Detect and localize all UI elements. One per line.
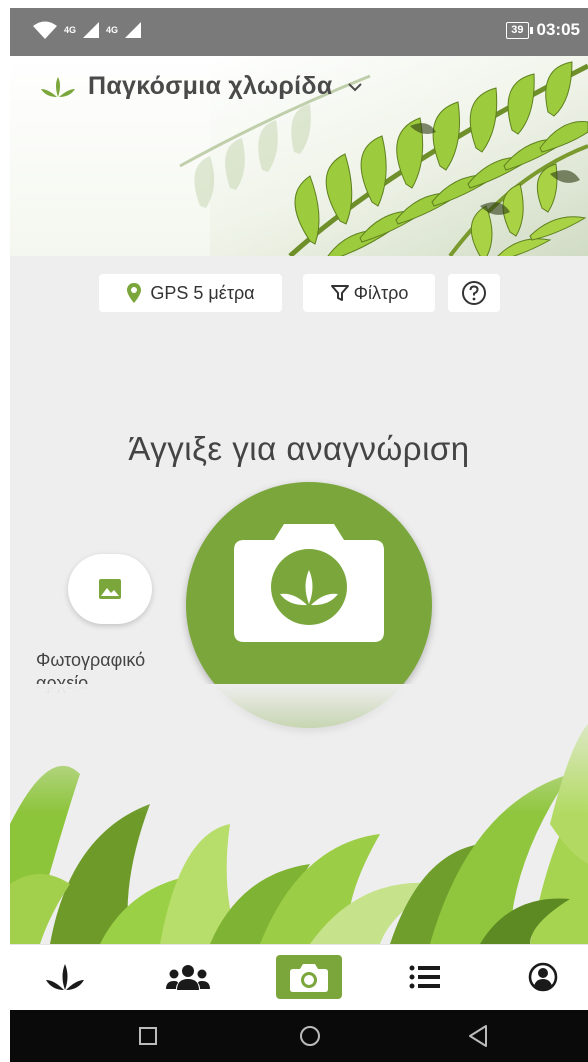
- app-screen: 4G 4G 39 03:05 Παγκόσμια χλωρίδα GPS 5 μ…: [0, 0, 588, 1062]
- header-banner: Παγκόσμια χλωρίδα: [10, 56, 588, 256]
- gallery-label-line1: Φωτογραφικό: [36, 650, 146, 670]
- gps-label: GPS 5 μέτρα: [150, 282, 255, 303]
- image-icon: [99, 579, 121, 599]
- flora-title: Παγκόσμια χλωρίδα: [88, 72, 333, 100]
- back-icon: [469, 1025, 487, 1047]
- gallery-button[interactable]: [68, 554, 152, 624]
- plants-icon: [46, 964, 84, 990]
- chevron-down-icon: [347, 82, 362, 91]
- bottom-nav: [10, 944, 588, 1009]
- list-icon: [409, 965, 440, 989]
- foliage-illustration: [10, 684, 588, 944]
- filter-icon: [330, 285, 349, 301]
- tap-prompt: Άγγιξε για αναγνώριση: [128, 430, 470, 467]
- camera-icon: [290, 964, 328, 992]
- wifi-icon: [33, 21, 57, 39]
- signal-icon: [125, 22, 142, 38]
- help-button[interactable]: [448, 274, 500, 312]
- main-area: GPS 5 μέτρα Φίλτρο Άγγιξε για αναγνώριση: [10, 256, 588, 944]
- filter-button[interactable]: Φίλτρο: [303, 274, 435, 312]
- back-button[interactable]: [464, 1022, 492, 1050]
- profile-icon: [528, 962, 558, 992]
- filter-label: Φίλτρο: [353, 282, 409, 303]
- network-type-2: 4G: [106, 25, 119, 35]
- signal-icon: [83, 22, 100, 38]
- recents-icon: [139, 1027, 157, 1045]
- community-icon: [166, 965, 210, 990]
- nav-list[interactable]: [400, 955, 450, 999]
- help-icon: [462, 281, 486, 305]
- recents-button[interactable]: [134, 1022, 162, 1050]
- home-icon: [300, 1026, 320, 1046]
- nav-community[interactable]: [160, 955, 216, 999]
- leaf-logo-icon: [41, 76, 75, 97]
- status-left: 4G 4G: [32, 20, 142, 40]
- system-nav-bar: [10, 1010, 588, 1062]
- network-type-1: 4G: [64, 25, 77, 35]
- nav-camera[interactable]: [276, 955, 342, 999]
- home-button[interactable]: [296, 1022, 324, 1050]
- flora-selector[interactable]: Παγκόσμια χλωρίδα: [40, 72, 363, 101]
- nav-plants[interactable]: [40, 955, 90, 999]
- gps-button[interactable]: GPS 5 μέτρα: [99, 274, 282, 312]
- status-right: 39 03:05: [506, 20, 580, 40]
- clock: 03:05: [536, 20, 580, 39]
- location-pin-icon: [127, 283, 142, 303]
- battery-icon: 39: [506, 21, 533, 39]
- nav-profile[interactable]: [518, 955, 568, 999]
- status-bar: 4G 4G 39 03:05: [10, 8, 588, 56]
